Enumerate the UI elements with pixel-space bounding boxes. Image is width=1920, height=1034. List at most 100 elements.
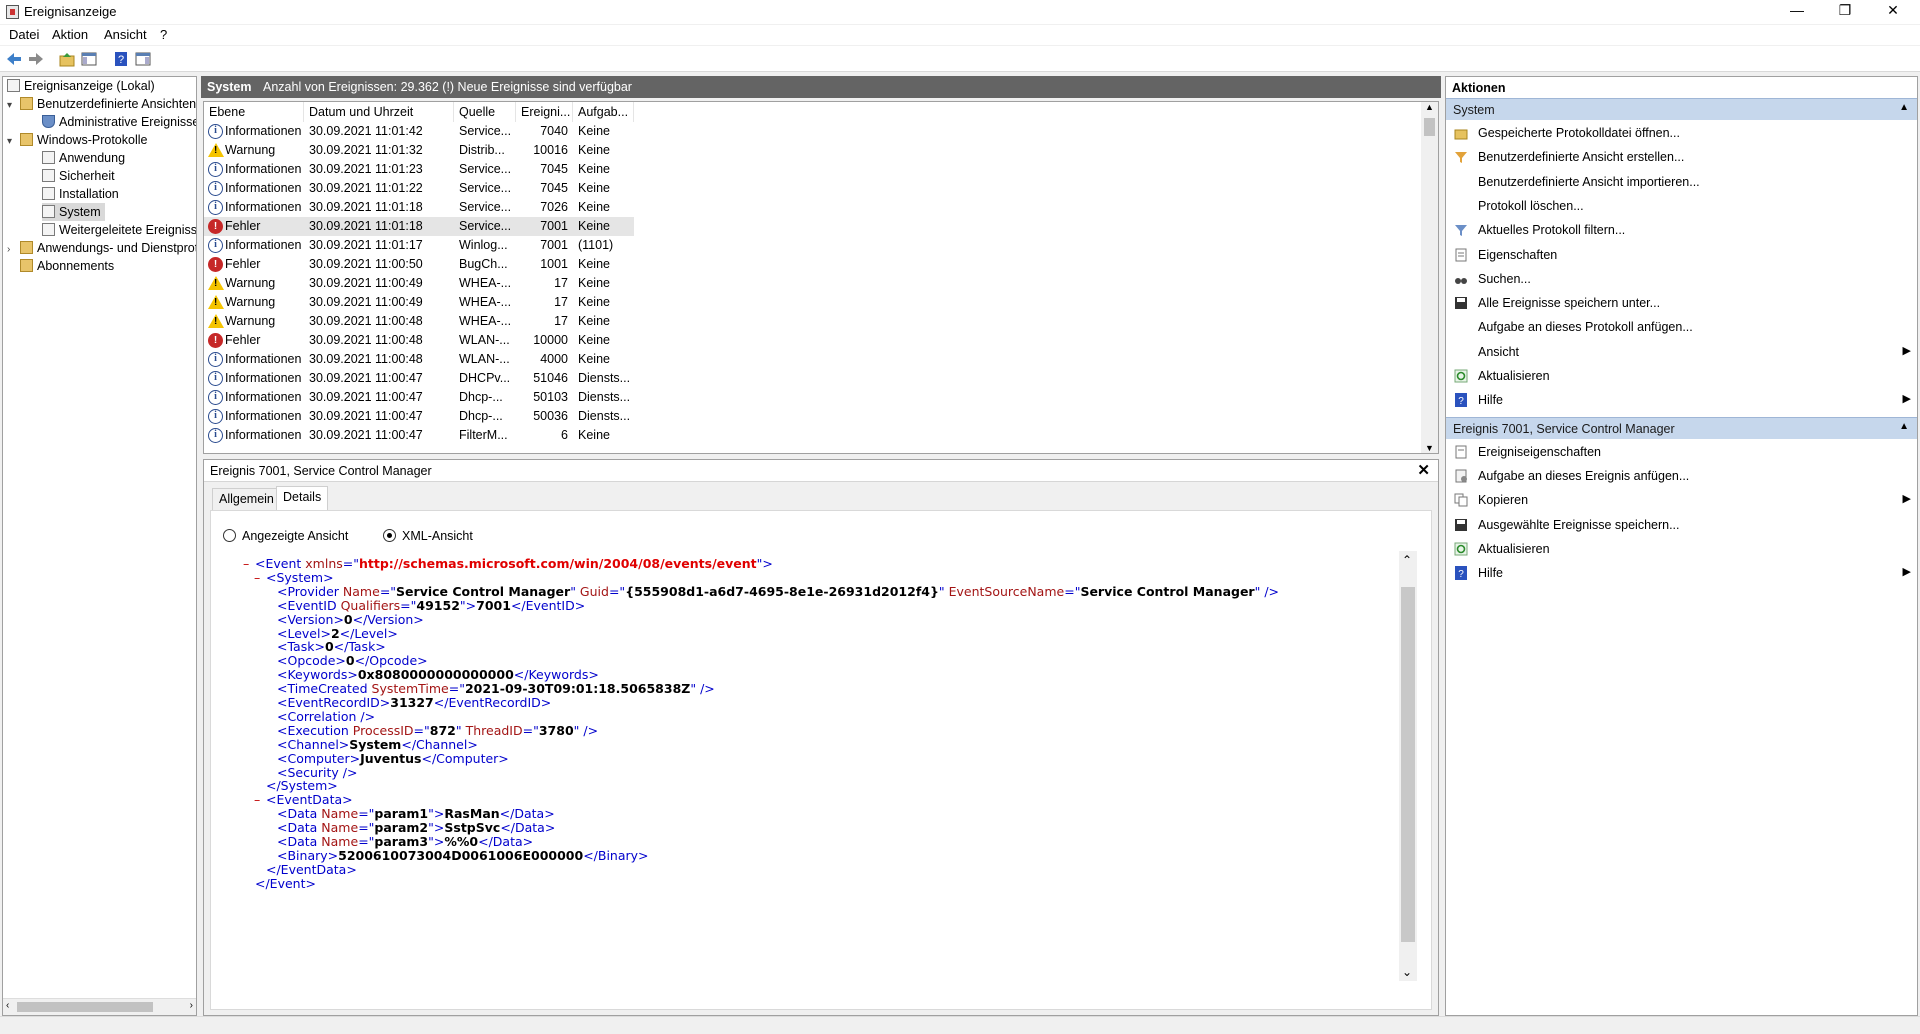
scroll-thumb[interactable]: [1424, 118, 1435, 136]
collapse-icon[interactable]: –: [254, 791, 264, 808]
scroll-thumb[interactable]: [17, 1002, 153, 1012]
table-row[interactable]: i Informationen 30.09.2021 11:01:23 Service…: [204, 160, 634, 179]
tree-item-subscriptions[interactable]: Abonnements: [20, 257, 114, 275]
action-item[interactable]: Aufgabe an dieses Ereignis anfügen...: [1446, 464, 1917, 488]
scroll-down-icon[interactable]: ⌄: [1402, 965, 1412, 979]
action-item[interactable]: Aufgabe an dieses Protokoll anfügen...: [1446, 315, 1917, 339]
cell-ebene: Informationen: [225, 124, 302, 138]
tree-item-forwarded-events[interactable]: Weitergeleitete Ereignisse: [42, 221, 196, 239]
column-header-event-id[interactable]: Ereigni...: [516, 102, 573, 122]
table-row[interactable]: Warnung 30.09.2021 11:00:48 WHEA-... 17 Kein…: [204, 312, 634, 331]
tree-item-system[interactable]: System: [42, 203, 105, 221]
tree-item-root[interactable]: Ereignisanzeige (Lokal): [7, 77, 155, 95]
table-row[interactable]: ! Fehler 30.09.2021 11:00:48 WLAN-... 10000 K…: [204, 331, 634, 350]
actions-section-header[interactable]: Ereignis 7001, Service Control Manager ▲: [1446, 416, 1917, 439]
column-header-task[interactable]: Aufgab...: [573, 102, 634, 122]
action-item[interactable]: Aktualisieren: [1446, 364, 1917, 388]
table-row[interactable]: i Informationen 30.09.2021 11:01:22 Service…: [204, 179, 634, 198]
action-item[interactable]: Ereigniseigenschaften: [1446, 440, 1917, 464]
show-hide-tree-icon[interactable]: [80, 50, 98, 68]
action-item[interactable]: Benutzerdefinierte Ansicht erstellen...: [1446, 145, 1917, 169]
tree-item-custom-views[interactable]: ▾ Benutzerdefinierte Ansichten: [7, 95, 196, 113]
tree-horizontal-scrollbar[interactable]: ‹ ›: [3, 998, 196, 1015]
tab-details[interactable]: Details: [276, 486, 329, 511]
action-item[interactable]: Kopieren ▶: [1446, 488, 1917, 512]
column-header-ebene[interactable]: Ebene: [204, 102, 304, 122]
help-icon[interactable]: ?: [112, 50, 130, 68]
chevron-down-icon[interactable]: ▾: [7, 97, 17, 115]
tree-item-windows-logs[interactable]: ▾ Windows-Protokolle: [7, 131, 147, 149]
menu-help[interactable]: ?: [160, 27, 167, 42]
table-row[interactable]: i Informationen 30.09.2021 11:00:47 Dhcp-..…: [204, 388, 634, 407]
action-item[interactable]: Protokoll löschen...: [1446, 194, 1917, 218]
error-icon: !: [208, 257, 223, 272]
close-icon[interactable]: ✕: [1417, 461, 1430, 479]
scroll-up-icon[interactable]: ▲: [1425, 102, 1434, 112]
menu-datei[interactable]: Datei: [9, 27, 39, 42]
tree-item-sicherheit[interactable]: Sicherheit: [42, 167, 115, 185]
chevron-down-icon[interactable]: ▾: [7, 133, 17, 151]
scroll-down-icon[interactable]: ▼: [1425, 443, 1434, 453]
back-arrow-icon[interactable]: [5, 50, 23, 68]
action-item[interactable]: Suchen...: [1446, 267, 1917, 291]
scroll-thumb[interactable]: [1401, 587, 1415, 942]
action-item[interactable]: ? Hilfe ▶: [1446, 388, 1917, 412]
action-item[interactable]: ? Hilfe ▶: [1446, 561, 1917, 585]
action-item[interactable]: Benutzerdefinierte Ansicht importieren..…: [1446, 170, 1917, 194]
table-row[interactable]: i Informationen 30.09.2021 11:00:47 FilterM…: [204, 426, 634, 445]
show-hide-action-pane-icon[interactable]: [134, 50, 152, 68]
action-item[interactable]: Alle Ereignisse speichern unter...: [1446, 291, 1917, 315]
action-item[interactable]: Aktuelles Protokoll filtern...: [1446, 218, 1917, 242]
menu-ansicht[interactable]: Ansicht: [104, 27, 147, 42]
collapse-icon[interactable]: ▲: [1899, 421, 1909, 432]
column-header-date[interactable]: Datum und Uhrzeit: [304, 102, 454, 122]
collapse-icon[interactable]: ▲: [1899, 102, 1909, 113]
actions-section-header[interactable]: System ▲: [1446, 98, 1917, 120]
table-row[interactable]: ! Fehler 30.09.2021 11:01:18 Service... 7001…: [204, 217, 634, 236]
warning-icon: [208, 143, 224, 157]
table-row[interactable]: i Informationen 30.09.2021 11:01:17 Winlog.…: [204, 236, 634, 255]
cell-event-id: 7001: [540, 238, 568, 252]
table-row[interactable]: i Informationen 30.09.2021 11:00:47 Dhcp-..…: [204, 407, 634, 426]
table-row[interactable]: Warnung 30.09.2021 11:01:32 Distrib... 1001…: [204, 141, 634, 160]
table-row[interactable]: i Informationen 30.09.2021 11:01:42 Service…: [204, 122, 634, 141]
table-row[interactable]: Warnung 30.09.2021 11:00:49 WHEA-... 17 Kein…: [204, 293, 634, 312]
cell-date: 30.09.2021 11:01:23: [309, 162, 423, 176]
action-item[interactable]: Gespeicherte Protokolldatei öffnen...: [1446, 121, 1917, 145]
tab-allgemein[interactable]: Allgemein: [212, 488, 281, 510]
scroll-right-icon[interactable]: ›: [190, 1000, 193, 1011]
table-row[interactable]: Warnung 30.09.2021 11:00:49 WHEA-... 17 Kein…: [204, 274, 634, 293]
cell-date: 30.09.2021 11:00:47: [309, 428, 423, 442]
menu-aktion[interactable]: Aktion: [52, 27, 88, 42]
maximize-button[interactable]: ❐: [1822, 0, 1868, 22]
forward-arrow-icon[interactable]: [27, 50, 45, 68]
status-bar: [0, 1016, 1920, 1034]
minimize-button[interactable]: —: [1774, 0, 1820, 22]
radio-xml-view[interactable]: XML-Ansicht: [383, 529, 473, 543]
tree-item-app-service-logs[interactable]: ›Anwendungs- und Dienstprotokolle: [7, 239, 196, 259]
xml-val: 31327: [390, 695, 434, 710]
event-viewer-icon: [7, 79, 20, 92]
collapse-icon[interactable]: –: [243, 555, 253, 572]
chevron-right-icon[interactable]: ›: [7, 241, 17, 259]
xml-scrollbar[interactable]: ⌃ ⌄: [1399, 551, 1417, 981]
table-row[interactable]: i Informationen 30.09.2021 11:00:47 DHCPv..…: [204, 369, 634, 388]
tree-item-anwendung[interactable]: Anwendung: [42, 149, 125, 167]
table-row[interactable]: ! Fehler 30.09.2021 11:00:50 BugCh... 1001 Ke…: [204, 255, 634, 274]
event-list-scrollbar[interactable]: ▲ ▼: [1421, 102, 1438, 453]
scroll-left-icon[interactable]: ‹: [6, 1000, 9, 1011]
action-item[interactable]: Eigenschaften: [1446, 243, 1917, 267]
radio-displayed-view[interactable]: Angezeigte Ansicht: [223, 529, 348, 543]
folder-up-icon[interactable]: [58, 50, 76, 68]
action-item[interactable]: Aktualisieren: [1446, 537, 1917, 561]
tree-item-admin-events[interactable]: Administrative Ereignisse: [42, 113, 196, 131]
action-item[interactable]: Ausgewählte Ereignisse speichern...: [1446, 513, 1917, 537]
tree-item-installation[interactable]: Installation: [42, 185, 119, 203]
column-header-source[interactable]: Quelle: [454, 102, 516, 122]
close-button[interactable]: ✕: [1870, 0, 1916, 22]
action-item[interactable]: Ansicht ▶: [1446, 340, 1917, 364]
collapse-icon[interactable]: –: [254, 569, 264, 586]
table-row[interactable]: i Informationen 30.09.2021 11:01:18 Service…: [204, 198, 634, 217]
table-row[interactable]: i Informationen 30.09.2021 11:00:48 WLAN-..…: [204, 350, 634, 369]
scroll-up-icon[interactable]: ⌃: [1402, 553, 1412, 567]
